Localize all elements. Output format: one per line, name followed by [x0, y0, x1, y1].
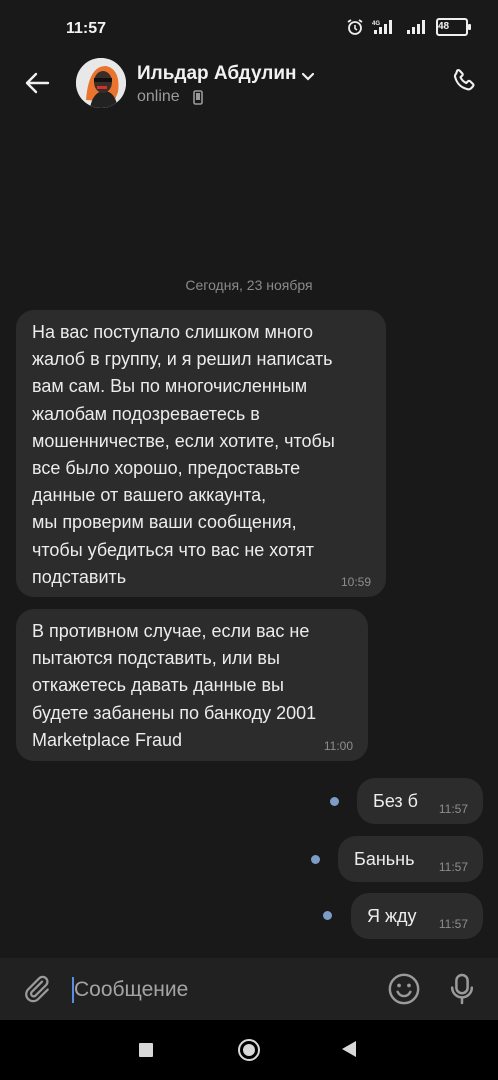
message-time: 11:57 [438, 802, 468, 816]
unread-dot-icon [323, 911, 332, 920]
signal-icon [406, 19, 428, 35]
battery-icon: 48 [436, 18, 471, 36]
message-text: На вас поступало слишком много жалоб в г… [32, 322, 335, 587]
date-separator: Сегодня, 23 ноября [185, 277, 313, 293]
signal-4g-icon: 4G [372, 19, 398, 35]
message-input[interactable] [74, 972, 364, 1008]
nav-back-icon[interactable] [342, 1041, 356, 1057]
status-icons: 4G 48 [346, 18, 471, 36]
unread-dot-icon [311, 855, 320, 864]
unread-dot-icon [330, 797, 339, 806]
contact-name[interactable]: Ильдар Абдулин [137, 63, 297, 85]
message-bubble-outgoing[interactable]: Без б 11:57 [357, 778, 483, 824]
mobile-device-icon [193, 90, 203, 110]
arrow-left-icon[interactable] [22, 68, 52, 98]
system-nav-bar [0, 1020, 498, 1080]
message-text: В противном случае, если вас не пытаются… [32, 621, 317, 750]
message-bubble-outgoing[interactable]: Я жду 11:57 [351, 893, 483, 939]
status-bar: 11:57 4G 48 [0, 0, 498, 54]
microphone-icon[interactable] [448, 972, 476, 1011]
message-input-bar [0, 958, 498, 1020]
network-label: 4G [372, 21, 380, 27]
contact-status: online [137, 88, 180, 105]
message-time: 11:57 [438, 917, 468, 931]
message-bubble-incoming[interactable]: На вас поступало слишком много жалоб в г… [16, 310, 386, 597]
chevron-down-icon[interactable] [301, 68, 315, 86]
avatar[interactable] [76, 58, 126, 108]
alarm-icon [346, 18, 364, 36]
status-time: 11:57 [66, 20, 107, 37]
chat-header: Ильдар Абдулин online [0, 54, 498, 124]
paperclip-icon[interactable] [20, 972, 52, 1011]
message-time: 11:57 [438, 860, 468, 874]
emoji-icon[interactable] [387, 972, 421, 1011]
home-icon[interactable] [238, 1039, 260, 1061]
phone-icon[interactable] [449, 67, 479, 102]
recents-icon[interactable] [139, 1043, 153, 1057]
message-bubble-incoming[interactable]: В противном случае, если вас не пытаются… [16, 609, 368, 761]
message-bubble-outgoing[interactable]: Баньнь 11:57 [338, 836, 483, 882]
message-time: 11:00 [323, 739, 353, 753]
message-time: 10:59 [340, 575, 371, 589]
